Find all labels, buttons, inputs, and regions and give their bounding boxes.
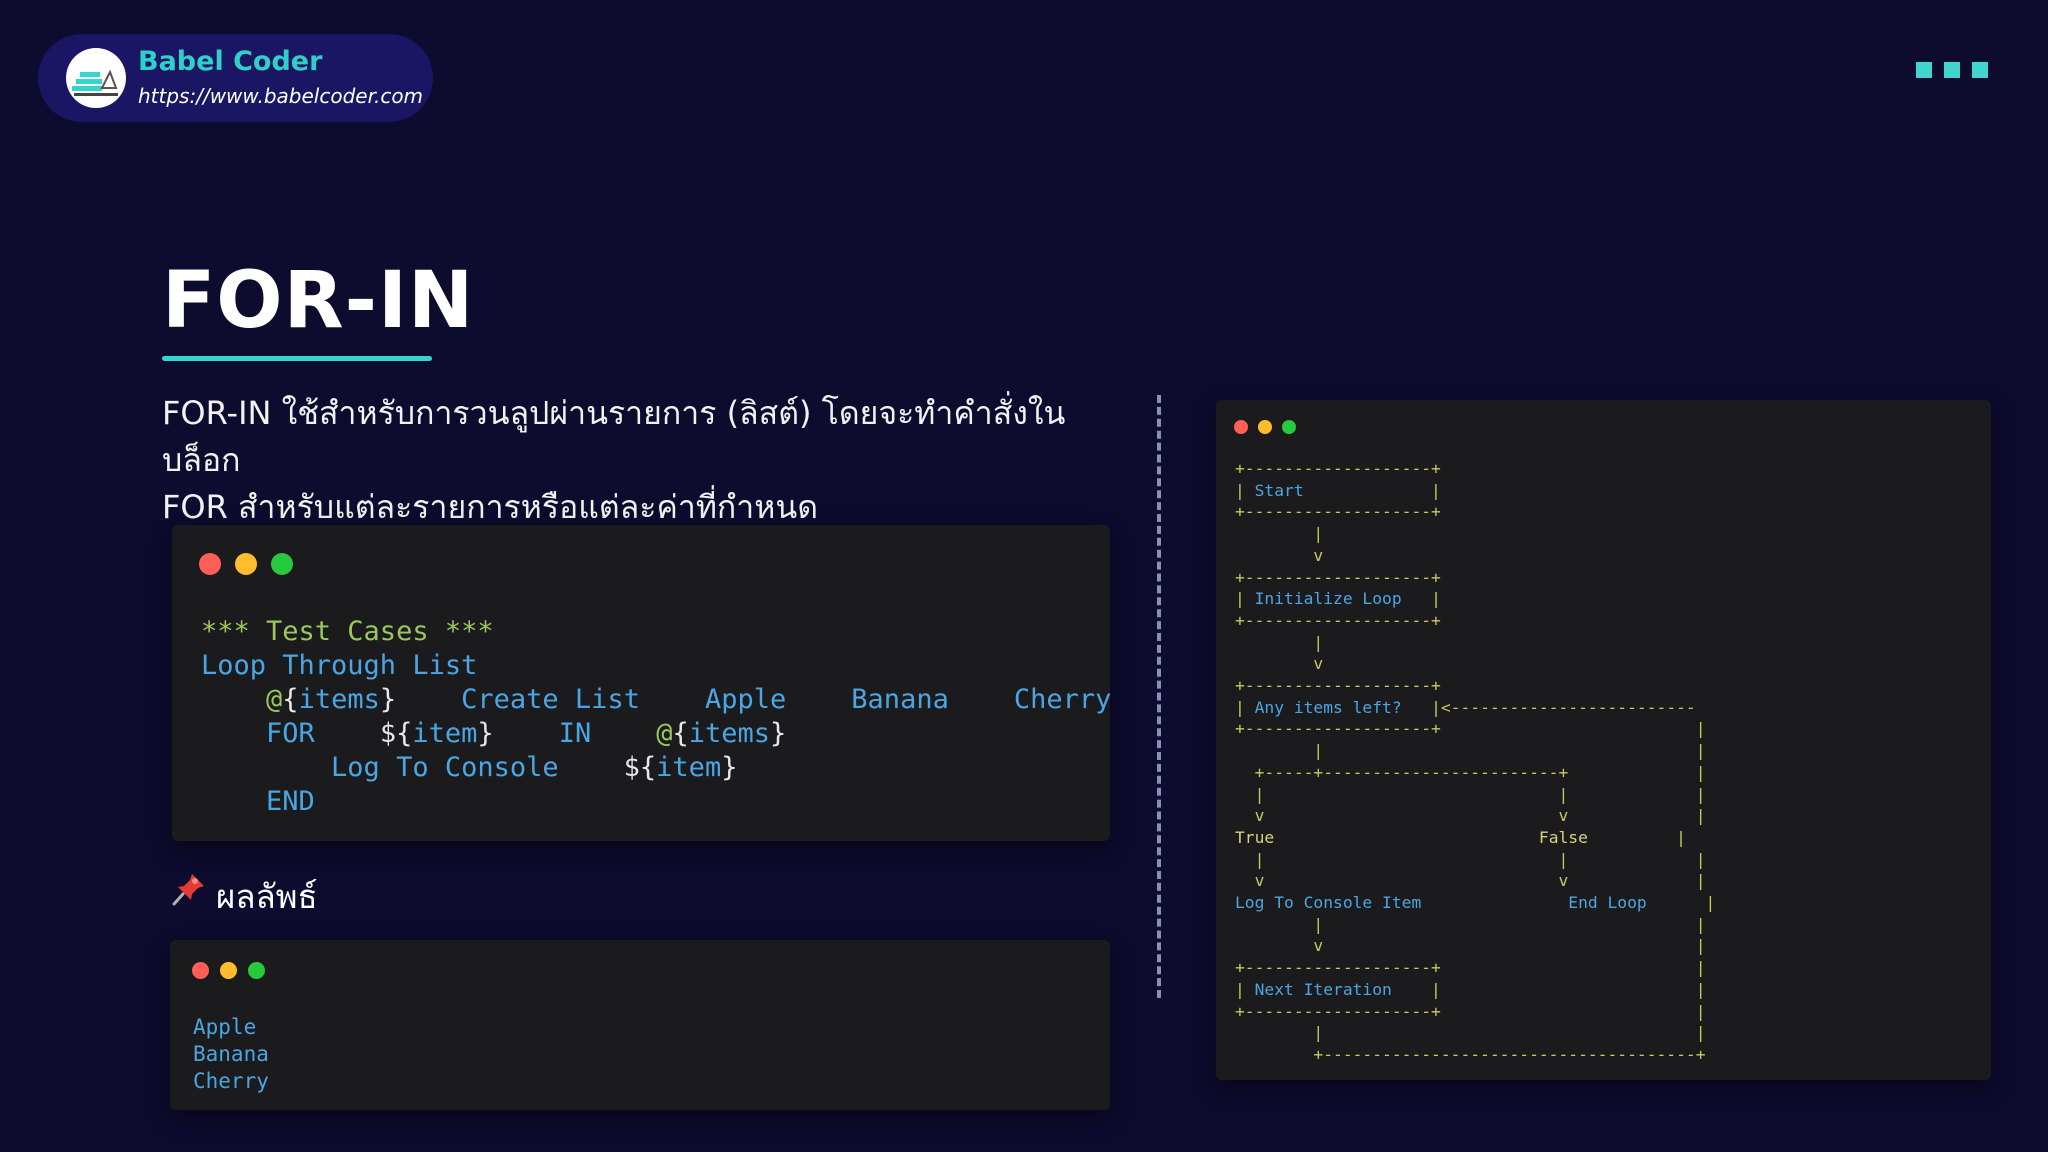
- code-var-item: ${item}: [379, 718, 494, 749]
- code-test-name: Loop Through List: [201, 650, 478, 681]
- brand-name: Babel Coder: [138, 46, 323, 77]
- output-line: Apple: [193, 1015, 257, 1039]
- close-dot: [199, 553, 221, 575]
- flow-log: Log To Console Item: [1235, 893, 1422, 913]
- code-log-to-console: Log To Console: [331, 752, 559, 783]
- slide-title: FOR-IN: [162, 256, 475, 346]
- title-underline: [162, 356, 432, 361]
- flow-next: Next Iteration: [1254, 979, 1392, 999]
- code-var-items: @{items}: [266, 684, 397, 715]
- flowchart-ascii: +-------------------+ | Start | +-------…: [1235, 459, 1716, 1064]
- maximize-dot: [271, 553, 293, 575]
- flow-true: True: [1235, 827, 1275, 847]
- square-dot: [1916, 62, 1932, 78]
- pushpin-icon: [172, 874, 204, 906]
- traffic-lights: [199, 553, 293, 575]
- code-cherry: Cherry: [1013, 684, 1112, 715]
- square-dot: [1972, 62, 1988, 78]
- minimize-dot: [1258, 420, 1272, 434]
- output-line: Cherry: [193, 1069, 269, 1093]
- code-header: *** Test Cases ***: [201, 616, 494, 647]
- output-line: Banana: [193, 1042, 269, 1066]
- output-content: Apple Banana Cherry: [193, 1014, 269, 1095]
- square-dot: [1944, 62, 1960, 78]
- flow-end: End Loop: [1568, 893, 1647, 913]
- code-list-items: @{items}: [656, 718, 787, 749]
- babel-coder-logo: [66, 48, 126, 108]
- traffic-lights: [1234, 420, 1296, 434]
- flowchart-window: +-------------------+ | Start | +-------…: [1216, 400, 1991, 1080]
- close-dot: [192, 962, 209, 979]
- code-content: *** Test Cases *** Loop Through List @{i…: [201, 615, 1111, 819]
- brand-url[interactable]: https://www.babelcoder.com: [138, 84, 423, 108]
- traffic-lights: [192, 962, 265, 979]
- description-line-2: FOR สำหรับแต่ละรายการหรือแต่ละค่าที่กำหน…: [162, 488, 818, 526]
- brand-badge[interactable]: Babel Coder https://www.babelcoder.com: [38, 34, 433, 122]
- maximize-dot: [248, 962, 265, 979]
- description-line-1: FOR-IN ใช้สำหรับการวนลูปผ่านรายการ (ลิสต…: [162, 394, 1066, 479]
- flow-check: Any items left?: [1254, 697, 1402, 717]
- code-banana: Banana: [851, 684, 949, 715]
- code-end: END: [266, 786, 315, 817]
- flow-start: Start: [1254, 480, 1304, 500]
- result-label: ผลลัพธ์: [216, 877, 318, 916]
- code-in: IN: [558, 718, 592, 749]
- code-log-var: ${item}: [623, 752, 738, 783]
- flow-false: False: [1538, 827, 1588, 847]
- vertical-divider: [1157, 395, 1161, 998]
- minimize-dot: [220, 962, 237, 979]
- code-create-list: Create List: [461, 684, 640, 715]
- code-window: *** Test Cases *** Loop Through List @{i…: [172, 525, 1111, 841]
- window-dots-icon: [1916, 62, 1988, 78]
- code-for: FOR: [266, 718, 315, 749]
- slide-description: FOR-IN ใช้สำหรับการวนลูปผ่านรายการ (ลิสต…: [162, 390, 1122, 531]
- code-apple: Apple: [704, 684, 787, 715]
- flow-init: Initialize Loop: [1254, 589, 1402, 609]
- maximize-dot: [1282, 420, 1296, 434]
- output-window: Apple Banana Cherry: [170, 940, 1110, 1110]
- minimize-dot: [235, 553, 257, 575]
- close-dot: [1234, 420, 1248, 434]
